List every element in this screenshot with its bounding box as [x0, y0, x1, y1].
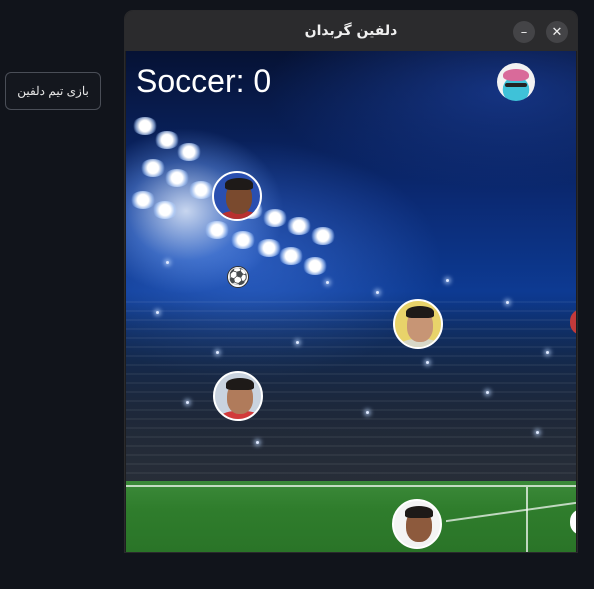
dolphin-team-logo [497, 63, 535, 101]
window-title: دلفین گربدان [304, 23, 398, 39]
stadium-stands [126, 301, 576, 481]
player-avatar-3[interactable] [213, 371, 263, 421]
game-window: دلفین گربدان – ✕ Soccer: 0 ⚽ [125, 11, 577, 552]
score-label: Soccer: 0 [136, 63, 272, 99]
minimize-button[interactable]: – [513, 21, 535, 43]
window-titlebar[interactable]: دلفین گربدان – ✕ [125, 11, 577, 51]
soccer-pitch [126, 481, 576, 552]
game-canvas[interactable]: Soccer: 0 ⚽ [126, 51, 576, 552]
player-avatar-2[interactable] [393, 299, 443, 349]
team-dolphin-game-button[interactable]: بازی تیم دلفین [5, 72, 101, 110]
player-avatar-1[interactable] [212, 171, 262, 221]
soccer-ball-icon: ⚽ [227, 266, 249, 288]
close-button[interactable]: ✕ [546, 21, 568, 43]
player-avatar-4[interactable] [392, 499, 442, 549]
